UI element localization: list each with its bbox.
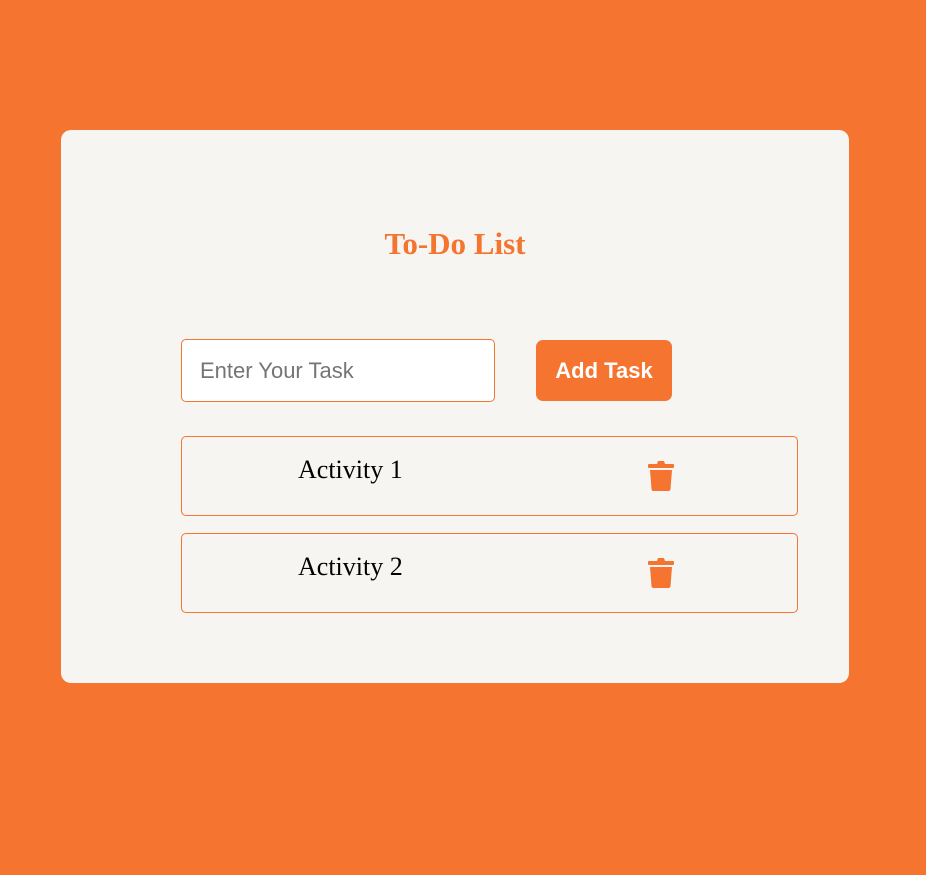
task-input[interactable] [181,339,495,402]
trash-icon[interactable] [648,461,674,491]
task-item: Activity 2 [181,533,798,613]
task-label: Activity 2 [298,552,403,581]
task-list: Activity 1 Activity 2 [181,436,798,630]
task-label: Activity 1 [298,455,403,484]
trash-icon[interactable] [648,558,674,588]
todo-card: To-Do List Add Task Activity 1 Activity … [61,130,849,683]
task-item: Activity 1 [181,436,798,516]
page-title: To-Do List [384,226,526,261]
add-task-button[interactable]: Add Task [536,340,672,401]
